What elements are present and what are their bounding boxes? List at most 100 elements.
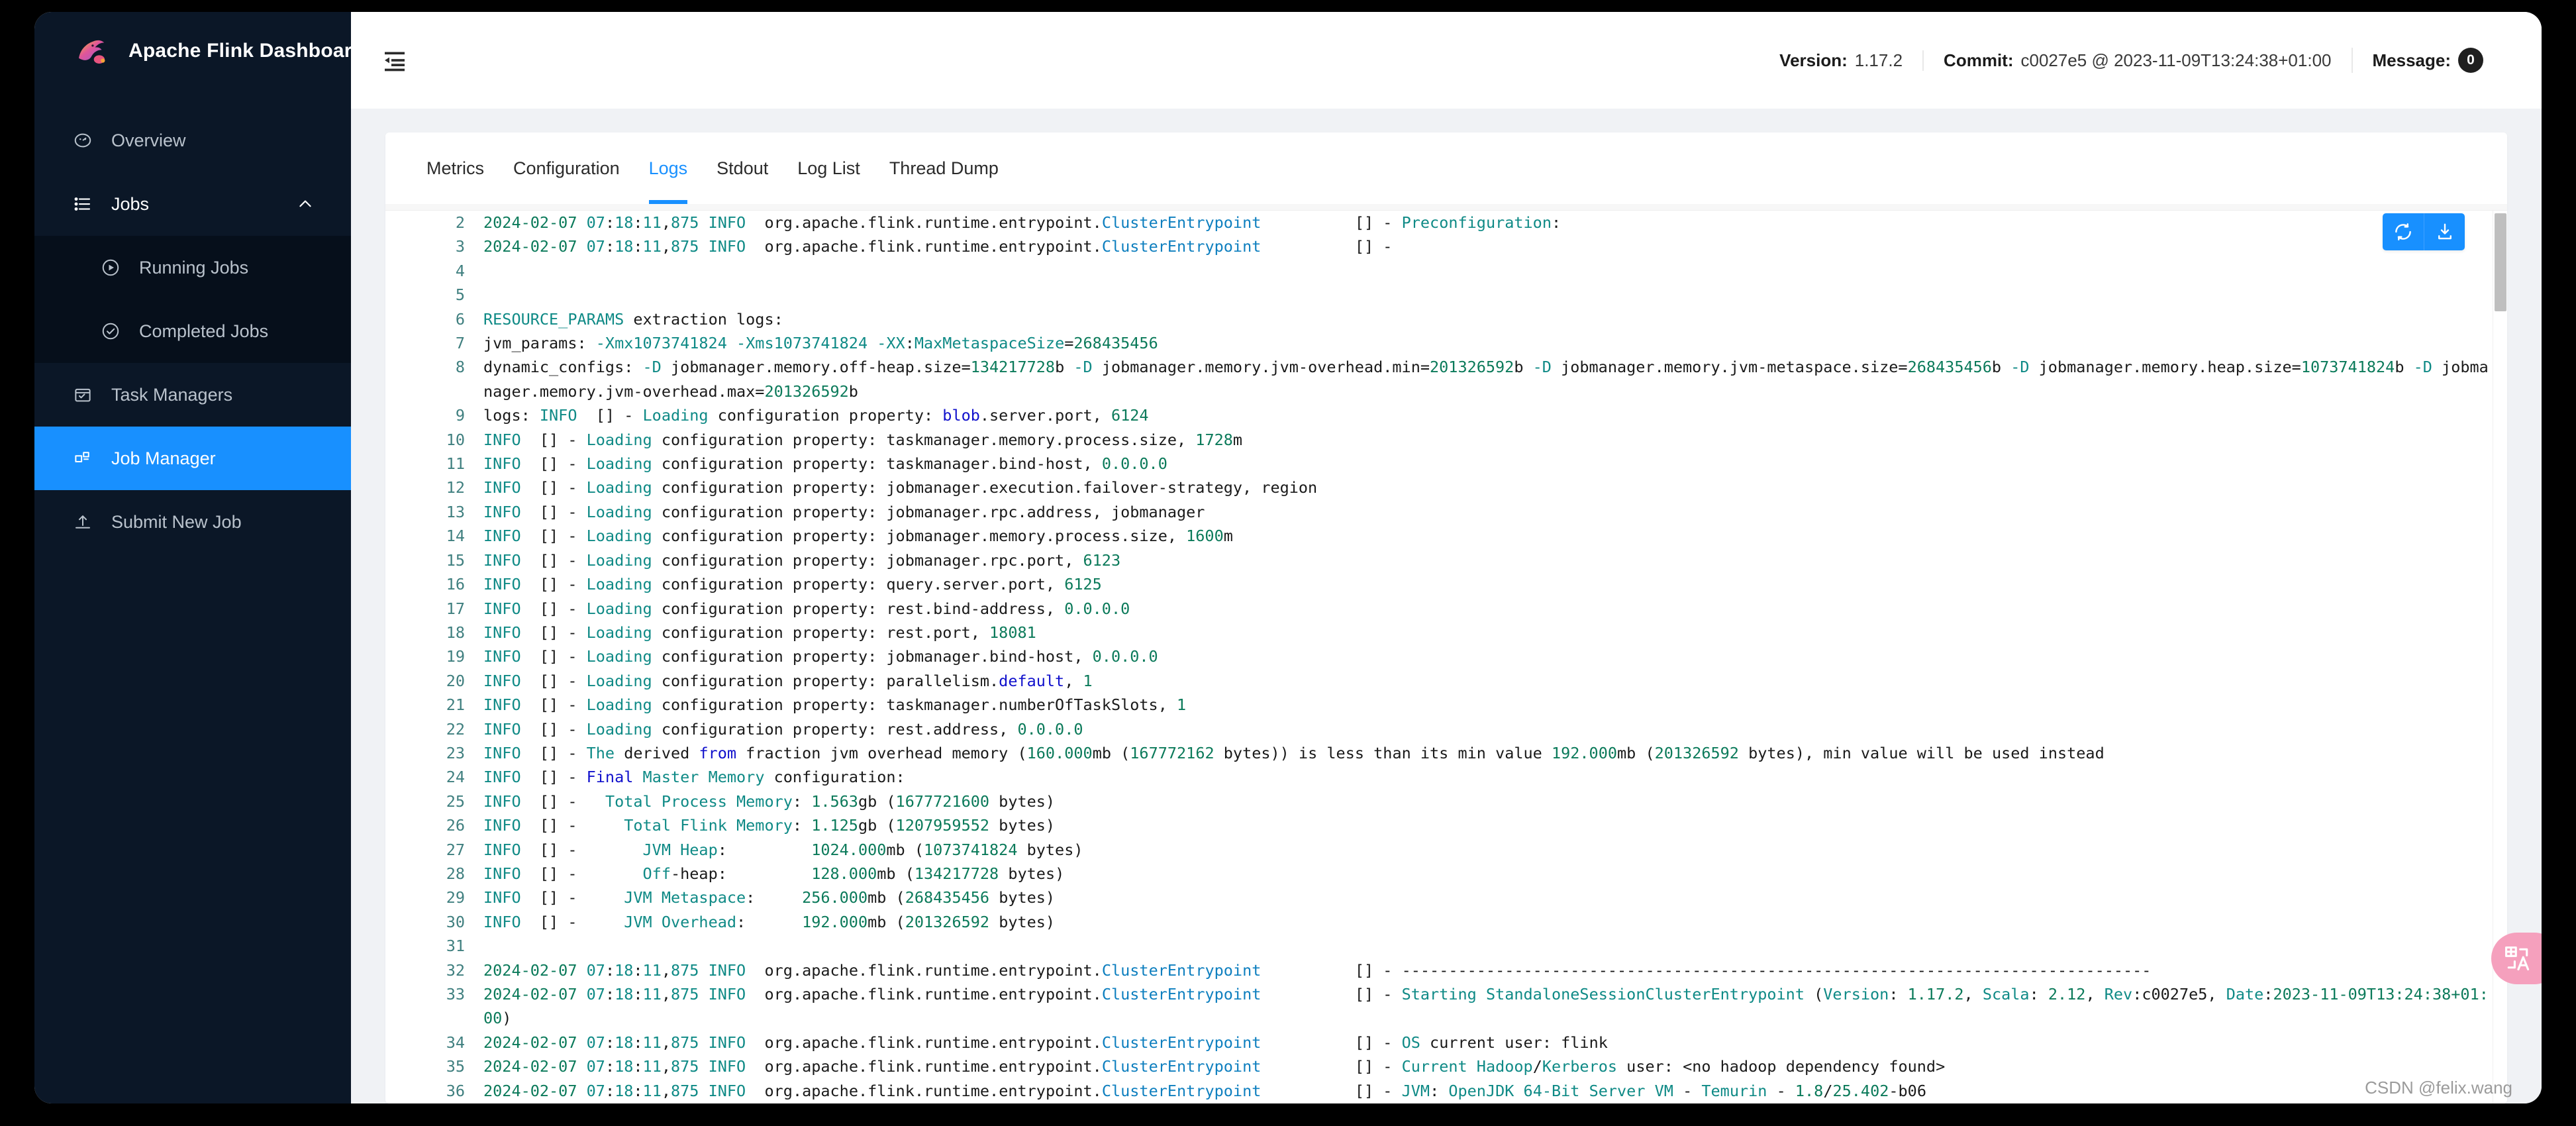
tab-label: Stdout <box>717 158 768 178</box>
scrollbar-thumb[interactable] <box>2495 213 2506 311</box>
tab-stdout[interactable]: Stdout <box>702 132 783 204</box>
tab-label: Thread Dump <box>889 158 999 178</box>
sidebar-item-label: Jobs <box>111 194 149 215</box>
menu-fold-icon[interactable] <box>380 46 409 75</box>
flink-logo-icon <box>73 32 111 70</box>
log-line-number: 26 <box>385 813 483 837</box>
log-line-text: INFO [] - Final Master Memory configurat… <box>483 765 2493 789</box>
tab-metrics[interactable]: Metrics <box>412 132 499 204</box>
log-line-number: 6 <box>385 307 483 331</box>
tab-bar: Metrics Configuration Logs Stdout Log Li… <box>385 132 2507 204</box>
brand[interactable]: Apache Flink Dashboard <box>34 12 351 90</box>
tab-log-list[interactable]: Log List <box>783 132 875 204</box>
sidebar-item-running-jobs[interactable]: Running Jobs <box>34 236 351 299</box>
log-line-text: 2024-02-07 07:18:11,875 INFO org.apache.… <box>483 982 2493 1031</box>
log-line-text: INFO [] - Loading configuration property… <box>483 572 2493 596</box>
log-line: 4 <box>385 259 2493 283</box>
log-line-number: 5 <box>385 283 483 307</box>
sidebar-item-task-managers[interactable]: Task Managers <box>34 363 351 427</box>
log-line: 362024-02-07 07:18:11,875 INFO org.apach… <box>385 1079 2493 1103</box>
log-line-text: INFO [] - Loading configuration property… <box>483 476 2493 499</box>
log-line: 24INFO [] - Final Master Memory configur… <box>385 765 2493 789</box>
log-line-number: 11 <box>385 452 483 476</box>
log-action-buttons <box>2383 213 2465 250</box>
sidebar-item-label: Submit New Job <box>111 512 242 533</box>
log-line: 23INFO [] - The derived from fraction jv… <box>385 741 2493 765</box>
log-line-text <box>483 259 2493 283</box>
download-button[interactable] <box>2424 213 2465 250</box>
log-line-text: jvm_params: -Xmx1073741824 -Xms107374182… <box>483 331 2493 355</box>
log-line-text: 2024-02-07 07:18:11,875 INFO org.apache.… <box>483 1079 2493 1103</box>
tab-label: Logs <box>649 158 688 178</box>
log-viewer: 22024-02-07 07:18:11,875 INFO org.apache… <box>385 204 2507 1103</box>
log-line-text: INFO [] - JVM Metaspace: 256.000mb (2684… <box>483 886 2493 909</box>
log-line: 28INFO [] - Off-heap: 128.000mb (1342177… <box>385 862 2493 886</box>
tab-thread-dump[interactable]: Thread Dump <box>875 132 1013 204</box>
upload-icon <box>73 512 93 532</box>
log-line-text: INFO [] - Loading configuration property… <box>483 500 2493 524</box>
tab-configuration[interactable]: Configuration <box>499 132 634 204</box>
version-block: Version: 1.17.2 <box>1759 50 1922 71</box>
log-line: 352024-02-07 07:18:11,875 INFO org.apach… <box>385 1054 2493 1078</box>
log-line: 30INFO [] - JVM Overhead: 192.000mb (201… <box>385 910 2493 934</box>
log-line-number: 29 <box>385 886 483 909</box>
log-line-number: 18 <box>385 621 483 644</box>
log-line-number: 32 <box>385 958 483 982</box>
check-circle-icon <box>101 321 121 341</box>
log-line: 13INFO [] - Loading configuration proper… <box>385 500 2493 524</box>
sidebar-subnav-jobs: Running Jobs Completed Jobs <box>34 236 351 363</box>
task-icon <box>73 385 93 405</box>
log-line-number: 3 <box>385 234 483 258</box>
sidebar-item-overview[interactable]: Overview <box>34 109 351 172</box>
log-line-number: 23 <box>385 741 483 765</box>
tab-logs[interactable]: Logs <box>634 132 703 204</box>
commit-block: Commit: c0027e5 @ 2023-11-09T13:24:38+01… <box>1922 50 2351 71</box>
sidebar-item-job-manager[interactable]: Job Manager <box>34 427 351 490</box>
log-line: 10INFO [] - Loading configuration proper… <box>385 428 2493 452</box>
log-line-text: INFO [] - Loading configuration property… <box>483 428 2493 452</box>
layout-icon <box>73 448 93 468</box>
chevron-up-icon[interactable] <box>297 195 314 213</box>
log-line-text: INFO [] - JVM Overhead: 192.000mb (20132… <box>483 910 2493 934</box>
log-line-number: 20 <box>385 669 483 693</box>
topbar: Version: 1.17.2 Commit: c0027e5 @ 2023-1… <box>351 12 2542 109</box>
play-circle-icon <box>101 258 121 278</box>
log-line: 11INFO [] - Loading configuration proper… <box>385 452 2493 476</box>
refresh-button[interactable] <box>2383 213 2424 250</box>
log-line: 8dynamic_configs: -D jobmanager.memory.o… <box>385 355 2493 403</box>
log-editor[interactable]: 22024-02-07 07:18:11,875 INFO org.apache… <box>385 204 2507 1103</box>
log-line: 32024-02-07 07:18:11,875 INFO org.apache… <box>385 234 2493 258</box>
log-line-number: 15 <box>385 548 483 572</box>
log-line: 342024-02-07 07:18:11,875 INFO org.apach… <box>385 1031 2493 1054</box>
sidebar-item-completed-jobs[interactable]: Completed Jobs <box>34 299 351 363</box>
log-line-text: INFO [] - Off-heap: 128.000mb (134217728… <box>483 862 2493 886</box>
log-line-text: INFO [] - Loading configuration property… <box>483 548 2493 572</box>
sidebar-item-label: Completed Jobs <box>139 321 268 342</box>
log-line: 20INFO [] - Loading configuration proper… <box>385 669 2493 693</box>
log-line: 16INFO [] - Loading configuration proper… <box>385 572 2493 596</box>
log-line: 15INFO [] - Loading configuration proper… <box>385 548 2493 572</box>
log-line-text: 2024-02-07 07:18:11,875 INFO org.apache.… <box>483 958 2493 982</box>
log-line-text: INFO [] - Total Process Memory: 1.563gb … <box>483 790 2493 813</box>
content-area: Metrics Configuration Logs Stdout Log Li… <box>351 109 2542 1103</box>
log-line-number: 2 <box>385 211 483 234</box>
tab-label: Log List <box>797 158 860 178</box>
translate-widget[interactable] <box>2491 933 2542 984</box>
commit-value: c0027e5 @ 2023-11-09T13:24:38+01:00 <box>2020 50 2331 71</box>
log-line-text: 2024-02-07 07:18:11,875 INFO org.apache.… <box>483 234 2493 258</box>
sidebar-item-jobs[interactable]: Jobs <box>34 172 351 236</box>
sidebar-item-submit-new-job[interactable]: Submit New Job <box>34 490 351 554</box>
message-block[interactable]: Message: 0 <box>2352 48 2504 73</box>
log-line-number: 25 <box>385 790 483 813</box>
log-line-text: logs: INFO [] - Loading configuration pr… <box>483 403 2493 427</box>
log-line: 332024-02-07 07:18:11,875 INFO org.apach… <box>385 982 2493 1031</box>
tab-label: Configuration <box>513 158 620 178</box>
log-line-number: 9 <box>385 403 483 427</box>
log-line-number: 33 <box>385 982 483 1031</box>
log-line-text <box>483 934 2493 958</box>
log-line-text: INFO [] - Total Flink Memory: 1.125gb (1… <box>483 813 2493 837</box>
log-line-text: INFO [] - Loading configuration property… <box>483 452 2493 476</box>
log-line-text: 2024-02-07 07:18:11,875 INFO org.apache.… <box>483 1031 2493 1054</box>
log-line-number: 36 <box>385 1079 483 1103</box>
log-line: 22INFO [] - Loading configuration proper… <box>385 717 2493 741</box>
